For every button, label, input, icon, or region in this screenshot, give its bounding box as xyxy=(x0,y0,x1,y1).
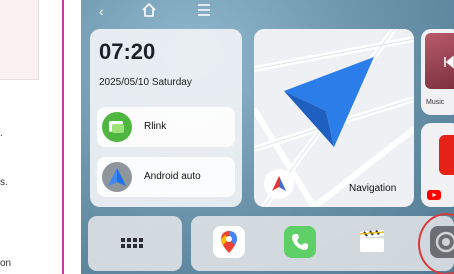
vertical-divider xyxy=(62,0,64,274)
video-thumbnail xyxy=(439,135,454,175)
phone-icon[interactable] xyxy=(284,226,316,258)
dock-app-grid-card[interactable] xyxy=(88,216,182,271)
side-fragment-2: s. xyxy=(0,177,8,188)
navigation-widget[interactable]: Navigation xyxy=(254,29,414,207)
navigation-app-icon xyxy=(264,169,294,199)
maps-icon[interactable] xyxy=(213,226,245,258)
status-bar: ‹ xyxy=(81,0,454,22)
side-fragment-1: . xyxy=(0,128,3,139)
album-art xyxy=(425,33,454,89)
rlink-icon xyxy=(102,112,132,142)
clock-date: 2025/05/10 Saturday xyxy=(99,77,192,88)
previous-track-icon xyxy=(444,55,454,69)
left-panel: . s. on xyxy=(0,0,62,274)
music-widget[interactable]: Music xyxy=(421,29,454,115)
menu-icon[interactable] xyxy=(196,3,212,19)
app-label-android-auto: Android auto xyxy=(144,171,201,182)
app-card-android-auto[interactable]: Android auto xyxy=(97,157,235,197)
clock-widget: 07:20 2025/05/10 Saturday Rlink Android … xyxy=(90,29,242,207)
home-icon[interactable] xyxy=(141,2,157,20)
side-fragment-3: on xyxy=(0,258,12,269)
car-screen: ‹ 07:20 2025/05/10 Saturday Rlink Androi… xyxy=(81,0,454,274)
navigation-label: Navigation xyxy=(349,183,397,194)
video-icon[interactable] xyxy=(356,226,388,258)
video-widget[interactable] xyxy=(421,123,454,207)
music-label: Music xyxy=(426,99,445,106)
back-icon[interactable]: ‹ xyxy=(99,4,104,18)
android-auto-icon xyxy=(102,162,132,192)
app-card-rlink[interactable]: Rlink xyxy=(97,107,235,147)
clock-time: 07:20 xyxy=(99,39,156,64)
settings-icon[interactable] xyxy=(430,226,454,258)
app-label-rlink: Rlink xyxy=(144,121,167,132)
pink-card xyxy=(0,0,39,80)
youtube-icon xyxy=(427,187,441,205)
app-grid-icon xyxy=(121,238,143,248)
